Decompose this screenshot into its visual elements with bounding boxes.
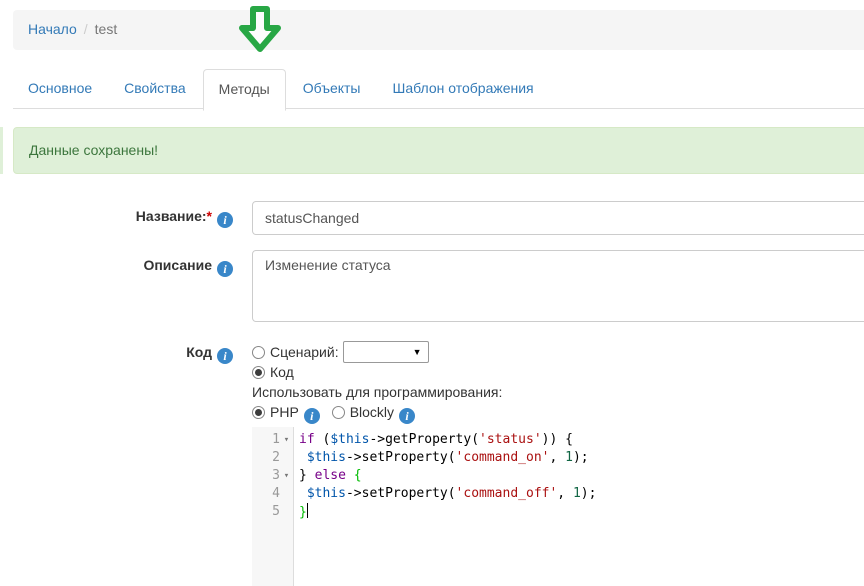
code-token [299, 450, 307, 465]
blockly-radio-label: Blockly [350, 404, 394, 420]
code-line-1: if ($this->getProperty('status')) { [299, 431, 864, 449]
tab-4[interactable]: Объекты [288, 69, 376, 109]
gutter-line-5: 5 [252, 503, 293, 521]
code-token: ( [315, 432, 331, 447]
code-radio-label: Код [270, 364, 294, 380]
code-line-4: $this->setProperty('command_off', 1); [299, 485, 864, 503]
tab-2[interactable]: Свойства [109, 69, 200, 109]
info-icon[interactable]: i [304, 408, 320, 424]
text-cursor [307, 503, 308, 518]
info-icon[interactable]: i [399, 408, 415, 424]
select-arrow-icon: ▼ [413, 347, 422, 357]
code-line-2: $this->setProperty('command_on', 1); [299, 449, 864, 467]
code-editor[interactable]: 1▾23▾45 if ($this->getProperty('status')… [252, 427, 864, 586]
tab-1[interactable]: Основное [13, 69, 107, 109]
description-label: Описание i [0, 257, 233, 277]
code-token: 'status' [479, 432, 542, 447]
name-label-text: Название: [136, 208, 207, 224]
line-number: 3 [252, 467, 280, 485]
breadcrumb-separator: / [84, 21, 88, 37]
fold-spacer [280, 503, 293, 521]
info-icon[interactable]: i [217, 212, 233, 228]
code-token: ); [581, 486, 597, 501]
gutter-line-4: 4 [252, 485, 293, 503]
editor-gutter[interactable]: 1▾23▾45 [252, 427, 294, 586]
tab-bar: ОсновноеСвойстваМетодыОбъектыШаблон отоб… [13, 69, 864, 109]
name-input[interactable] [252, 201, 864, 235]
scenario-select[interactable]: ▼ [343, 341, 429, 363]
scenario-option-row: Сценарий: ▼ [252, 341, 429, 363]
down-arrow-icon [235, 6, 285, 60]
blockly-radio[interactable] [332, 406, 345, 419]
tab-5[interactable]: Шаблон отображения [378, 69, 549, 109]
programming-hint-text: Использовать для программирования: [252, 384, 502, 400]
gutter-line-3: 3▾ [252, 467, 293, 485]
success-alert: Данные сохранены! [13, 127, 864, 174]
scenario-radio[interactable] [252, 346, 265, 359]
php-radio-label: PHP [270, 404, 299, 420]
scenario-radio-label: Сценарий: [270, 344, 339, 360]
fold-arrow-icon[interactable]: ▾ [280, 467, 293, 485]
code-token: else [315, 468, 346, 483]
code-line-5: } [299, 503, 864, 521]
code-label-text: Код [186, 344, 212, 360]
info-icon[interactable]: i [217, 348, 233, 364]
editor-code-area[interactable]: if ($this->getProperty('status')) { $thi… [294, 427, 864, 586]
success-alert-text: Данные сохранены! [29, 142, 158, 158]
line-number: 1 [252, 431, 280, 449]
code-label: Кодi [0, 344, 233, 364]
code-token: } [299, 505, 307, 520]
code-token: ); [573, 450, 589, 465]
code-token: 'command_off' [456, 486, 558, 501]
line-number: 5 [252, 503, 280, 521]
code-token: )) { [542, 432, 573, 447]
code-token [299, 486, 307, 501]
code-token: { [354, 468, 362, 483]
code-token: ->getProperty( [369, 432, 479, 447]
info-icon[interactable]: i [217, 261, 233, 277]
fold-spacer [280, 485, 293, 503]
code-token: $this [307, 486, 346, 501]
code-token: if [299, 432, 315, 447]
required-asterisk: * [207, 208, 212, 224]
tab-3[interactable]: Методы [203, 69, 286, 111]
breadcrumb: Начало / test [13, 10, 864, 50]
code-token: 1 [573, 486, 581, 501]
gutter-line-2: 2 [252, 449, 293, 467]
description-textarea[interactable]: Изменение статуса [252, 250, 864, 322]
code-token: 'command_on' [456, 450, 550, 465]
line-number: 2 [252, 449, 280, 467]
code-token: 1 [565, 450, 573, 465]
gutter-line-1: 1▾ [252, 431, 293, 449]
breadcrumb-home-link[interactable]: Начало [28, 21, 77, 37]
programming-hint: Использовать для программирования: [252, 384, 502, 400]
name-label: Название:* i [0, 208, 233, 228]
code-token: $this [330, 432, 369, 447]
fold-spacer [280, 449, 293, 467]
code-token [346, 468, 354, 483]
code-token: } [299, 468, 315, 483]
fold-arrow-icon[interactable]: ▾ [280, 431, 293, 449]
alert-edge-sliver [0, 127, 3, 174]
line-number: 4 [252, 485, 280, 503]
code-option-row: Код [252, 364, 294, 380]
code-token: , [557, 486, 573, 501]
description-label-text: Описание [143, 257, 212, 273]
code-token: , [549, 450, 565, 465]
php-radio[interactable] [252, 406, 265, 419]
breadcrumb-current: test [95, 21, 118, 37]
code-token: ->setProperty( [346, 486, 456, 501]
code-token: $this [307, 450, 346, 465]
code-token: ->setProperty( [346, 450, 456, 465]
code-line-3: } else { [299, 467, 864, 485]
code-radio[interactable] [252, 366, 265, 379]
language-option-row: PHP i Blockly i [252, 404, 415, 424]
